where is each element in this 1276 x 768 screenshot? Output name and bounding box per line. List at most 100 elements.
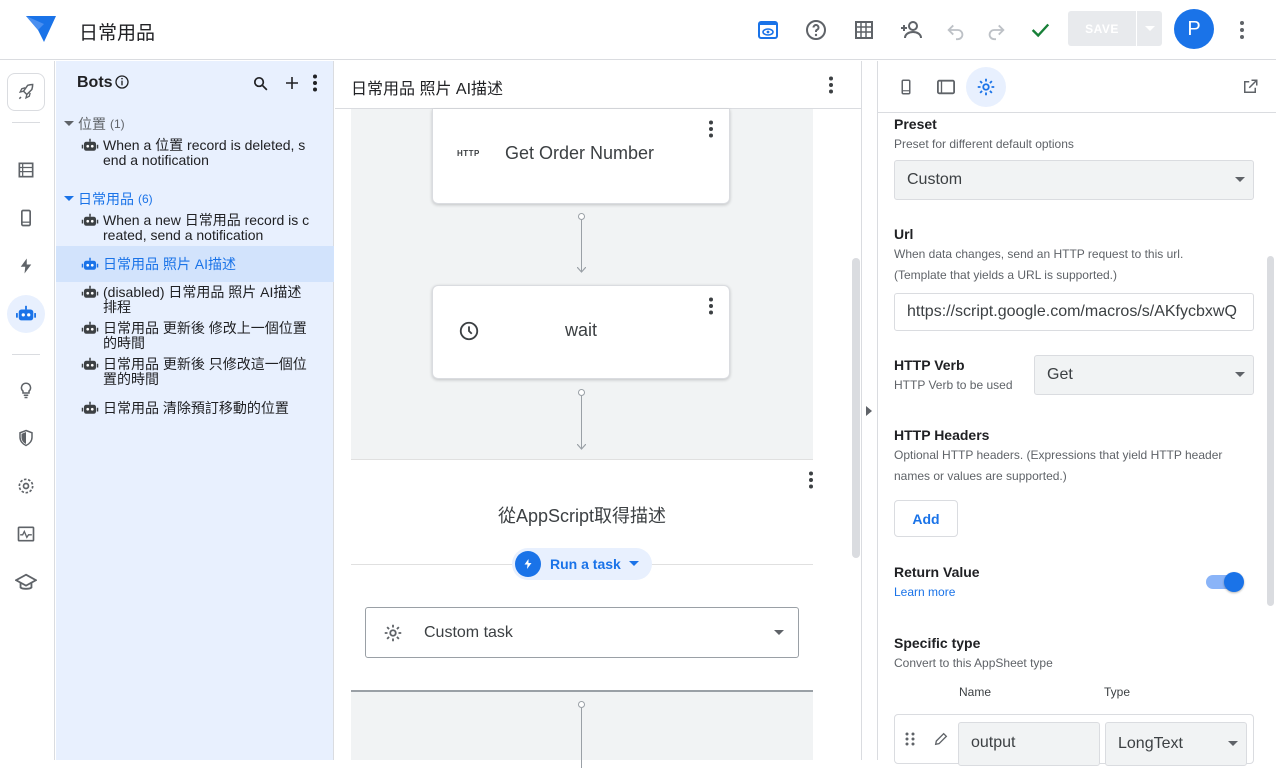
- bot-icon: [81, 321, 99, 334]
- properties-header: [878, 61, 1276, 113]
- url-input[interactable]: https://script.google.com/macros/s/AKfyc…: [894, 293, 1254, 331]
- chevron-right-icon: [866, 406, 872, 416]
- bot-icon: [81, 285, 99, 298]
- bot-icon: [81, 138, 99, 151]
- preset-select[interactable]: Custom: [894, 160, 1254, 200]
- bot-item[interactable]: 日常用品 更新後 修改上一個位置的時間: [56, 321, 334, 351]
- table-view-icon[interactable]: [848, 14, 880, 46]
- search-icon[interactable]: [252, 75, 269, 92]
- output-type-select[interactable]: LongText: [1105, 722, 1247, 766]
- bot-group-location[interactable]: 位置 (1): [64, 114, 125, 134]
- vertical-scrollbar[interactable]: [1267, 256, 1274, 606]
- return-value-toggle[interactable]: [1204, 571, 1244, 592]
- panel-collapse-handle[interactable]: [862, 61, 878, 760]
- output-name-input[interactable]: output: [958, 722, 1100, 766]
- settings-icon[interactable]: [966, 67, 1006, 107]
- more-vert-icon[interactable]: [821, 75, 841, 95]
- flow-title: 日常用品 照片 AI描述: [351, 81, 504, 98]
- step-card-http[interactable]: HTTP Get Order Number: [432, 109, 730, 204]
- connector-line: [581, 708, 582, 768]
- run-task-chip[interactable]: Run a task: [512, 548, 652, 580]
- more-vert-icon[interactable]: [701, 119, 721, 139]
- flow-header: 日常用品 照片 AI描述: [335, 61, 862, 109]
- step-detail-panel: 從AppScript取得描述 Run a task Custom task: [351, 459, 813, 690]
- open-in-new-icon[interactable]: [1230, 67, 1270, 107]
- rocket-icon[interactable]: [7, 73, 45, 111]
- bot-item[interactable]: (disabled) 日常用品 照片 AI描述 排程: [56, 285, 334, 315]
- bot-group-daily-goods[interactable]: 日常用品 (6): [64, 189, 153, 209]
- save-button[interactable]: SAVE: [1068, 11, 1136, 46]
- task-select[interactable]: Custom task: [365, 607, 799, 658]
- chevron-down-icon: [1235, 177, 1245, 182]
- security-icon[interactable]: [7, 419, 45, 457]
- check-icon[interactable]: [1024, 14, 1056, 46]
- app-title: 日常用品: [79, 23, 156, 44]
- preview-icon[interactable]: [752, 14, 784, 46]
- settings-icon[interactable]: [7, 467, 45, 505]
- undo-icon[interactable]: [940, 14, 972, 46]
- http-headers-hint: Optional HTTP headers. (Expressions that…: [894, 448, 1223, 462]
- lightbulb-icon[interactable]: [7, 371, 45, 409]
- arrow-down-icon: [577, 444, 586, 450]
- http-headers-hint-2: names or values are supported.): [894, 469, 1067, 483]
- add-header-button[interactable]: Add: [894, 500, 958, 537]
- chevron-down-icon: [1144, 25, 1155, 31]
- step-card-wait[interactable]: wait: [432, 285, 730, 379]
- connector-line: [581, 396, 582, 448]
- edit-icon[interactable]: [933, 731, 949, 747]
- top-app-bar: 日常用品 SAVE P: [0, 0, 1276, 60]
- url-label: Url: [894, 226, 914, 242]
- more-vert-icon[interactable]: [312, 74, 318, 92]
- http-verb-label: HTTP Verb: [894, 357, 965, 373]
- learn-icon[interactable]: [7, 563, 45, 601]
- connector-line: [581, 220, 582, 272]
- step-title: 從AppScript取得描述: [497, 506, 667, 526]
- mobile-preview-icon[interactable]: [886, 67, 926, 107]
- add-icon[interactable]: [284, 75, 300, 91]
- bot-icon[interactable]: [7, 295, 45, 333]
- bot-item[interactable]: 日常用品 清除預訂移動的位置: [56, 401, 334, 416]
- url-hint: When data changes, send an HTTP request …: [894, 247, 1184, 261]
- connector-dot: [578, 701, 585, 708]
- vertical-scrollbar[interactable]: [852, 258, 860, 558]
- column-header-name: Name: [959, 685, 992, 699]
- monitor-icon[interactable]: [7, 515, 45, 553]
- bot-item[interactable]: When a 位置 record is deleted, send a noti…: [56, 138, 334, 168]
- appsheet-logo-icon[interactable]: [24, 14, 58, 44]
- specific-type-label: Specific type: [894, 635, 981, 651]
- chevron-down-icon: [628, 561, 639, 566]
- drag-handle-icon[interactable]: [905, 732, 915, 746]
- chevron-down-icon: [64, 121, 74, 126]
- more-vert-icon[interactable]: [1226, 14, 1258, 46]
- action-icon: [515, 551, 541, 577]
- redo-icon[interactable]: [980, 14, 1012, 46]
- action-icon[interactable]: [7, 247, 45, 285]
- arrow-down-icon: [577, 267, 586, 273]
- tablet-preview-icon[interactable]: [926, 67, 966, 107]
- learn-more-link[interactable]: Learn more: [894, 585, 955, 599]
- url-hint-template: (Template that yields a URL is supported…: [894, 268, 1117, 282]
- flow-canvas-continued: [351, 690, 813, 768]
- bot-item-selected[interactable]: 日常用品 照片 AI描述: [56, 246, 334, 282]
- avatar[interactable]: P: [1174, 9, 1214, 49]
- more-vert-icon[interactable]: [801, 470, 821, 490]
- chevron-down-icon: [64, 196, 74, 201]
- info-icon[interactable]: [114, 74, 130, 90]
- app-icon[interactable]: [7, 199, 45, 237]
- bot-icon: [81, 213, 99, 226]
- http-verb-select[interactable]: Get: [1034, 355, 1254, 395]
- step-card-label: Get Order Number: [505, 143, 655, 163]
- data-icon[interactable]: [7, 151, 45, 189]
- more-vert-icon[interactable]: [701, 296, 721, 316]
- save-options-dropdown[interactable]: [1137, 11, 1162, 46]
- share-user-icon[interactable]: [896, 14, 928, 46]
- connector-dot: [578, 213, 585, 220]
- bot-item[interactable]: 日常用品 更新後 只修改這一個位置的時間: [56, 357, 334, 387]
- http-headers-label: HTTP Headers: [894, 427, 990, 443]
- chevron-down-icon: [1228, 741, 1238, 746]
- chevron-down-icon: [1235, 372, 1245, 377]
- bot-item[interactable]: When a new 日常用品 record is created, send …: [56, 213, 334, 243]
- help-icon[interactable]: [800, 14, 832, 46]
- flow-canvas: HTTP Get Order Number wait: [351, 109, 813, 459]
- specific-type-hint: Convert to this AppSheet type: [894, 656, 1053, 670]
